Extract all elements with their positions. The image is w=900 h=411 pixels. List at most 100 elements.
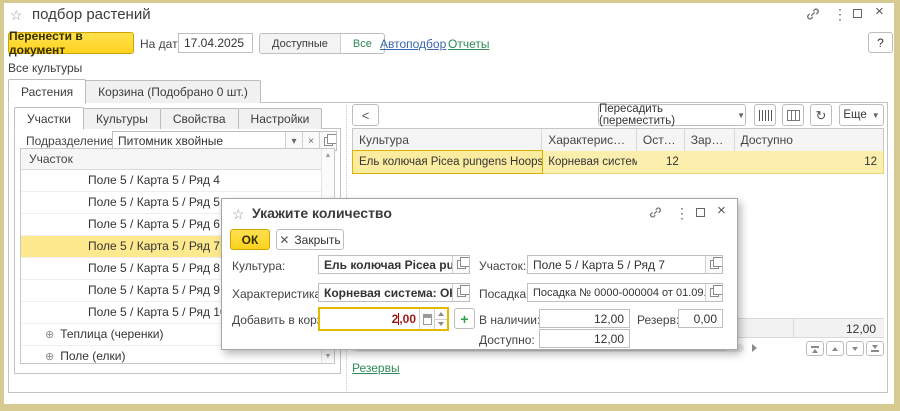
autoselect-link[interactable]: Автоподбор bbox=[380, 37, 446, 51]
add-plus-button[interactable]: + bbox=[454, 308, 475, 329]
ok-button[interactable]: ОК bbox=[230, 229, 270, 250]
column-header[interactable]: Доступно bbox=[735, 129, 883, 151]
table-cell[interactable]: 12 bbox=[637, 151, 685, 173]
go-down-button[interactable] bbox=[846, 341, 864, 356]
favorite-star-icon[interactable]: ☆ bbox=[10, 8, 23, 22]
tree-column-header[interactable]: Участок bbox=[21, 149, 334, 170]
maximize-icon[interactable] bbox=[696, 208, 705, 217]
open-icon[interactable] bbox=[452, 284, 469, 301]
open-icon[interactable] bbox=[705, 256, 722, 273]
calculator-icon[interactable] bbox=[419, 309, 434, 329]
plot-field[interactable]: Поле 5 / Карта 5 / Ряд 7 bbox=[527, 255, 723, 274]
characteristic-field[interactable]: Корневая система: ОКС; Обх bbox=[318, 283, 470, 302]
date-input[interactable]: 17.04.2025 bbox=[178, 33, 253, 53]
tree-row-label: Поле (елки) bbox=[60, 349, 125, 363]
available-label: Доступно: bbox=[479, 333, 535, 347]
reserve-value: 0,00 bbox=[679, 312, 722, 326]
tab-settings[interactable]: Настройки bbox=[238, 108, 323, 129]
available-field[interactable]: 12,00 bbox=[539, 329, 630, 348]
main-tab-strip: Растения Корзина (Подобрано 0 шт.) bbox=[8, 78, 260, 103]
back-button[interactable]: < bbox=[352, 104, 379, 126]
open-icon[interactable] bbox=[705, 284, 722, 301]
help-button[interactable]: ? bbox=[868, 32, 893, 53]
step-up-icon[interactable] bbox=[435, 309, 447, 320]
tab-properties[interactable]: Свойства bbox=[160, 108, 239, 129]
quantity-value: 2,00 bbox=[320, 312, 419, 326]
quantity-dialog: ☆ Укажите количество ⋮ × ОК ✕ Закрыть Ку… bbox=[221, 198, 738, 350]
tab-basket[interactable]: Корзина (Подобрано 0 шт.) bbox=[85, 80, 261, 103]
more-button[interactable]: Еще ▼ bbox=[839, 104, 884, 126]
reserve-field[interactable]: 0,00 bbox=[678, 309, 723, 328]
maximize-icon[interactable] bbox=[853, 9, 862, 18]
column-header[interactable]: Зарезервировано bbox=[685, 129, 735, 151]
scroll-down-icon[interactable]: ▼ bbox=[325, 350, 332, 363]
scope-label: Все культуры bbox=[8, 61, 82, 75]
barcode-scan-button[interactable] bbox=[754, 104, 776, 126]
quantity-input[interactable]: 2,00 bbox=[318, 307, 449, 331]
app-window: ☆ подбор растений ⋮ × Перенести в докуме… bbox=[0, 0, 900, 411]
column-header[interactable]: Характеристика bbox=[542, 129, 637, 151]
date-value: 17.04.2025 bbox=[179, 36, 252, 50]
reports-link[interactable]: Отчеты bbox=[448, 37, 489, 51]
dialog-close-button[interactable]: ✕ Закрыть bbox=[276, 229, 344, 250]
planting-label: Посадка: bbox=[479, 287, 530, 301]
chevron-down-icon: ▼ bbox=[737, 111, 745, 120]
column-header[interactable]: Культура bbox=[353, 129, 542, 151]
favorite-star-icon[interactable]: ☆ bbox=[232, 207, 245, 221]
open-icon[interactable] bbox=[452, 256, 469, 273]
plot-value: Поле 5 / Карта 5 / Ряд 7 bbox=[528, 258, 705, 272]
stock-field[interactable]: 12,00 bbox=[539, 309, 630, 328]
columns-settings-button[interactable] bbox=[782, 104, 804, 126]
refresh-button[interactable]: ↻ bbox=[810, 104, 832, 126]
culture-field[interactable]: Ель колючая Picea pungens Hoopsii bbox=[318, 255, 470, 274]
table-cell[interactable]: 12 bbox=[735, 151, 883, 173]
scroll-up-icon[interactable]: ▲ bbox=[325, 149, 332, 162]
table-cell[interactable]: Ель колючая Picea pungens Hoopsii bbox=[353, 151, 542, 173]
tree-row-label: Поле 5 / Карта 5 / Ряд 8 bbox=[88, 261, 220, 275]
more-menu-icon[interactable]: ⋮ bbox=[833, 8, 847, 20]
stock-value: 12,00 bbox=[540, 312, 629, 326]
barcode-icon bbox=[759, 110, 772, 121]
department-value: Питомник хвойные bbox=[113, 134, 285, 148]
transplant-button-label: Пересадить (переместить) bbox=[599, 103, 732, 127]
expand-icon[interactable]: ⊕ bbox=[45, 351, 54, 363]
tree-row-label: Поле 5 / Карта 5 / Ряд 4 bbox=[88, 173, 220, 187]
copy-link-icon[interactable] bbox=[806, 7, 820, 24]
characteristic-label: Характеристика: bbox=[232, 287, 325, 301]
plot-label: Участок: bbox=[479, 259, 526, 273]
table-cell[interactable]: Корневая система:... bbox=[542, 151, 637, 173]
columns-icon bbox=[787, 110, 800, 121]
tree-row-label: Поле 5 / Карта 5 / Ряд 5 bbox=[88, 195, 220, 209]
scroll-right-icon[interactable] bbox=[752, 344, 757, 352]
expand-icon[interactable]: ⊕ bbox=[45, 329, 54, 341]
close-icon[interactable]: × bbox=[875, 5, 884, 19]
planting-field[interactable]: Посадка № 0000-000004 от 01.09.2021 bbox=[527, 283, 723, 302]
tab-cultures[interactable]: Культуры bbox=[83, 108, 161, 129]
go-to-last-button[interactable] bbox=[866, 341, 884, 356]
refresh-icon: ↻ bbox=[816, 109, 827, 122]
toggle-option-available[interactable]: Доступные bbox=[260, 34, 341, 53]
toggle-option-all[interactable]: Все bbox=[341, 34, 384, 53]
transfer-to-document-button[interactable]: Перенести в документ bbox=[8, 32, 134, 54]
tab-plots[interactable]: Участки bbox=[14, 107, 84, 130]
culture-value: Ель колючая Picea pungens Hoopsii bbox=[319, 258, 452, 272]
tree-row-label: Поле 5 / Карта 5 / Ряд 10 bbox=[88, 305, 227, 319]
culture-label: Культура: bbox=[232, 259, 285, 273]
transplant-button[interactable]: Пересадить (переместить) ▼ bbox=[598, 104, 746, 126]
characteristic-value: Корневая система: ОКС; Обх bbox=[319, 286, 452, 300]
quantity-stepper[interactable] bbox=[434, 309, 447, 329]
more-menu-icon[interactable]: ⋮ bbox=[675, 207, 689, 219]
go-up-button[interactable] bbox=[826, 341, 844, 356]
stock-table-row[interactable]: Ель колючая Picea pungens HoopsiiКорнева… bbox=[352, 151, 884, 174]
table-cell[interactable] bbox=[685, 151, 735, 173]
tab-plants[interactable]: Растения bbox=[8, 79, 86, 104]
tree-row[interactable]: Поле 5 / Карта 5 / Ряд 4 bbox=[21, 170, 321, 192]
tree-row-label: Поле 5 / Карта 5 / Ряд 9 bbox=[88, 283, 220, 297]
column-header[interactable]: Остаток bbox=[637, 129, 685, 151]
step-down-icon[interactable] bbox=[435, 320, 447, 330]
reserves-link[interactable]: Резервы bbox=[352, 361, 400, 375]
copy-link-icon[interactable] bbox=[649, 206, 662, 222]
department-label: Подразделение: bbox=[26, 134, 117, 148]
go-to-first-button[interactable] bbox=[806, 341, 824, 356]
close-icon[interactable]: × bbox=[717, 204, 726, 218]
